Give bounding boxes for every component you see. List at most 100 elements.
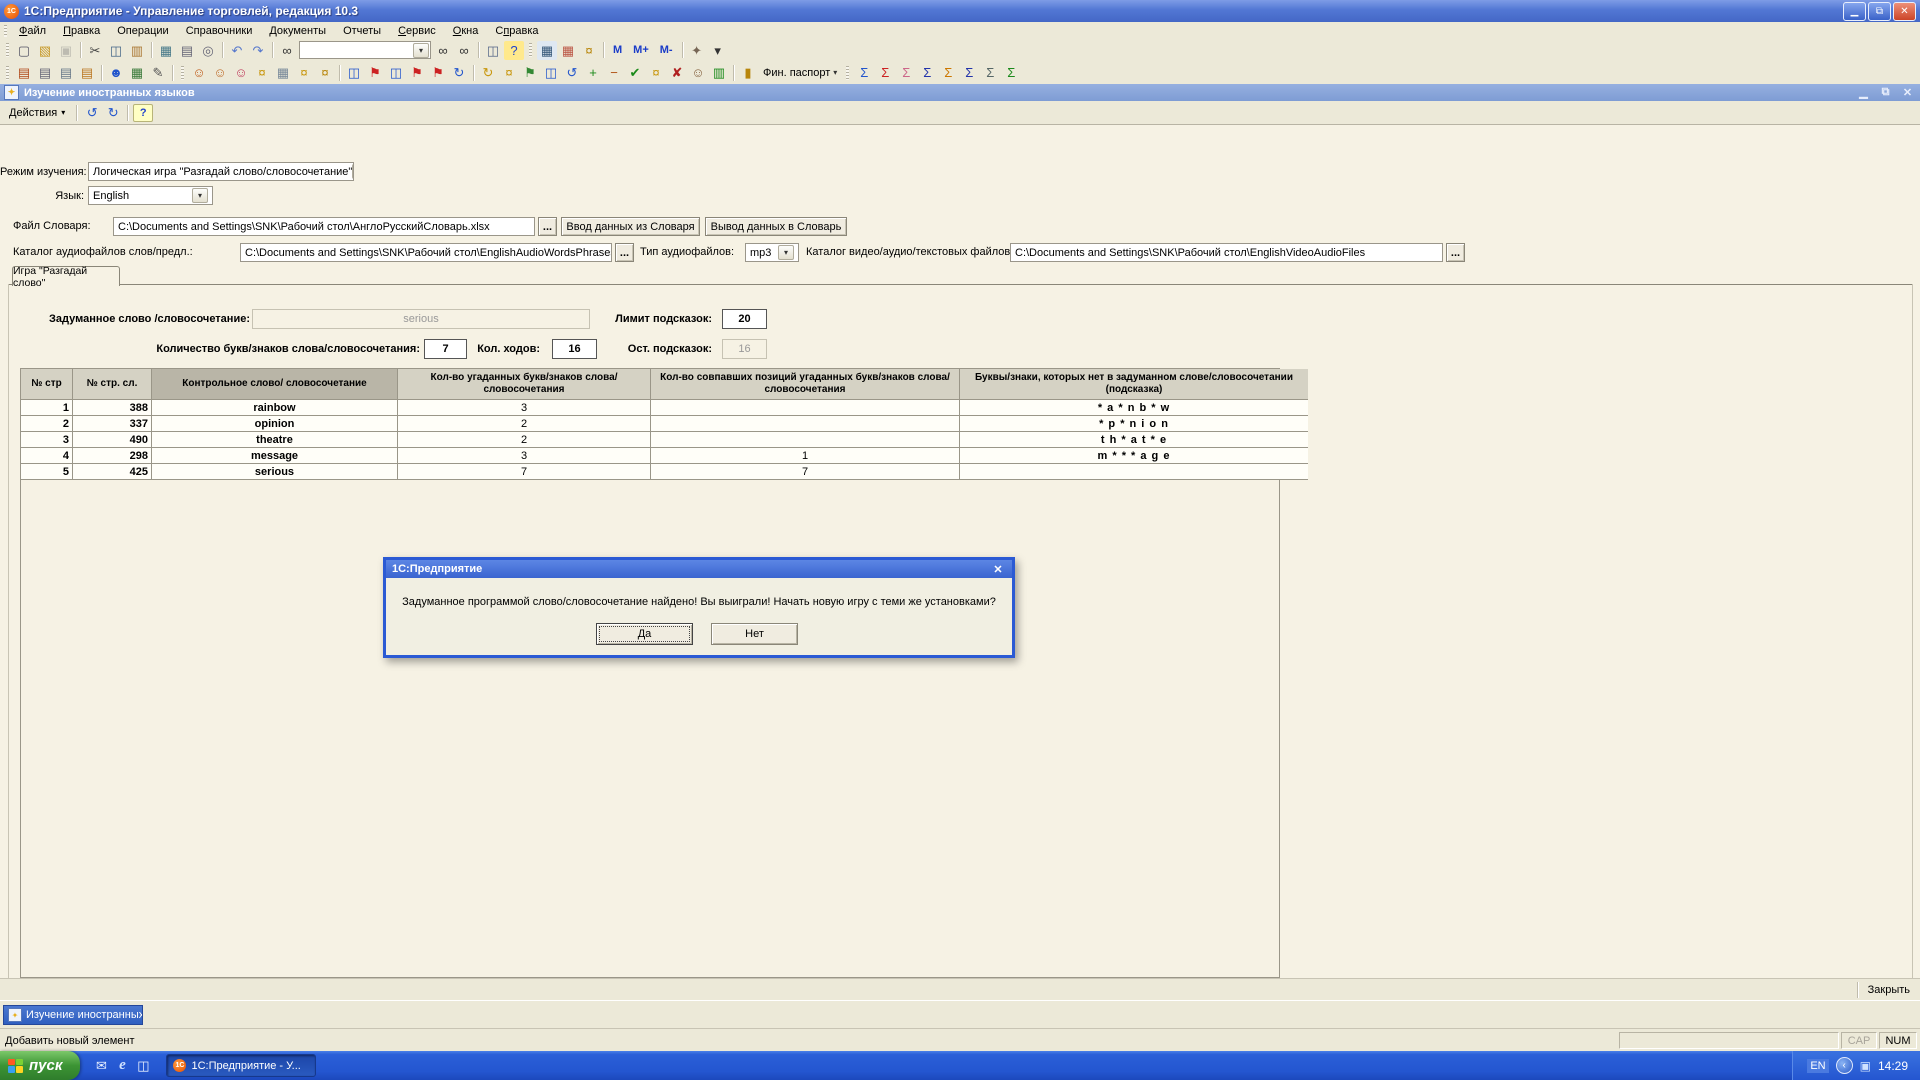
outlook-express-icon[interactable]: ✉ <box>92 1057 110 1075</box>
printer-copy-icon[interactable]: ▤ <box>56 63 76 82</box>
paste-icon[interactable]: ▥ <box>127 41 147 60</box>
flag-red-icon[interactable]: ⚑ <box>407 63 427 82</box>
language-bar-icon[interactable]: ‹ <box>1835 1057 1853 1074</box>
dialog-close-icon[interactable]: ✕ <box>990 563 1006 576</box>
column-header[interactable]: № стр. сл. <box>72 369 152 400</box>
explorer-icon[interactable]: ◫ <box>134 1057 152 1075</box>
column-header[interactable]: № стр <box>21 369 73 400</box>
column-header[interactable]: Буквы/знаки, которых нет в задуманном сл… <box>959 369 1308 400</box>
flag-red-icon-2[interactable]: ⚑ <box>428 63 448 82</box>
tab-guess-word-game[interactable]: Игра "Разгадай слово" <box>12 265 120 289</box>
combobox-arrow-icon[interactable]: ▾ <box>413 42 429 58</box>
printer-icon[interactable]: ▤ <box>35 63 55 82</box>
audio-type-combobox[interactable]: mp3 ▾ <box>745 243 799 262</box>
video-browse-button[interactable]: ... <box>1446 243 1465 262</box>
calculator-icon[interactable]: ▦ <box>537 40 557 60</box>
sum-flag-icon-2[interactable]: Σ <box>938 63 958 82</box>
table-row[interactable]: 4 298 message 3 1 m * * * a g e <box>21 447 1308 464</box>
mode-combobox[interactable]: Логическая игра "Разгадай слово/словосоч… <box>88 162 354 181</box>
help-1c-icon[interactable]: ? <box>504 40 524 60</box>
actions-menu-button[interactable]: Действия ▾ <box>3 105 71 121</box>
sign-doc-icon[interactable]: ✎ <box>148 63 168 82</box>
flag-report-icon[interactable]: ⚑ <box>365 63 385 82</box>
cabinet-icon[interactable]: ▤ <box>14 63 34 82</box>
undo-icon[interactable]: ↶ <box>227 41 247 60</box>
table-row[interactable]: 1 388 rainbow 3 * a * n b * w <box>21 399 1308 416</box>
letters-count-field[interactable]: 7 <box>424 339 467 359</box>
print-preview-icon[interactable]: ◎ <box>198 41 218 60</box>
flag-doc-icon[interactable]: ⚑ <box>520 63 540 82</box>
service-settings-icon[interactable]: ✦ <box>687 41 707 60</box>
child-minimize-button[interactable]: ▁ <box>1855 86 1872 99</box>
combobox-arrow-icon[interactable]: ▾ <box>778 245 794 260</box>
minus-doc-icon[interactable]: − <box>604 63 624 82</box>
doc-person-icon-2[interactable]: ◫ <box>386 63 406 82</box>
moves-count-field[interactable]: 16 <box>552 339 597 359</box>
table-row[interactable]: 2 337 opinion 2 * p * n i o n <box>21 415 1308 432</box>
table-row[interactable]: 3 490 theatre 2 t h * a t * e <box>21 431 1308 448</box>
close-form-button[interactable]: Закрыть <box>1866 984 1920 996</box>
new-doc-icon[interactable]: ▢ <box>14 41 34 60</box>
find-icon[interactable]: ∞ <box>277 41 297 60</box>
currency-person-icon[interactable]: ¤ <box>579 41 599 60</box>
person-coins-icon-3[interactable]: ☺ <box>231 63 251 82</box>
copy-icon[interactable]: ◫ <box>106 41 126 60</box>
no-button[interactable]: Нет <box>711 623 798 645</box>
dictionary-browse-button[interactable]: ... <box>538 217 557 236</box>
coins-drop-icon[interactable]: ¤ <box>315 63 335 82</box>
taskbar-task-button[interactable]: 1С 1С:Предприятие - У... <box>166 1054 317 1077</box>
video-folder-field[interactable]: C:\Documents and Settings\SNK\Рабочий ст… <box>1010 243 1443 262</box>
doc-coins-icon[interactable]: ¤ <box>499 63 519 82</box>
green-card-icon[interactable]: ▥ <box>709 63 729 82</box>
table-icon[interactable]: ▦ <box>156 41 176 60</box>
toolbar-options-icon[interactable]: ▾ <box>708 41 728 60</box>
coins-stack-icon[interactable]: ¤ <box>252 63 272 82</box>
column-header[interactable]: Кол-во угаданных букв/знаков слова/слово… <box>397 369 651 400</box>
coins-doc-icon[interactable]: ¤ <box>646 63 666 82</box>
memory-plus-button[interactable]: М+ <box>628 41 654 60</box>
barrel-icon[interactable]: ▮ <box>738 63 758 82</box>
menu-item[interactable]: Операции <box>109 24 176 38</box>
cash-table-icon[interactable]: ▦ <box>127 63 147 82</box>
person-doc-icon[interactable]: ☺ <box>688 63 708 82</box>
help-icon[interactable]: ? <box>133 103 154 122</box>
window-pages-icon[interactable]: ◫ <box>483 41 503 60</box>
quick-search-combobox[interactable]: ▾ <box>299 41 431 59</box>
cut-icon[interactable]: ✂ <box>85 41 105 60</box>
export-to-dictionary-button[interactable]: Вывод данных в Словарь <box>705 217 847 236</box>
menu-item[interactable]: Файл <box>11 24 54 38</box>
sum-person-icon-2[interactable]: Σ <box>875 63 895 82</box>
sum-people-icon[interactable]: Σ <box>896 63 916 82</box>
printer-setup-icon[interactable]: ▤ <box>77 63 97 82</box>
menu-item[interactable]: Справка <box>487 24 546 38</box>
doc-refresh-icon-2[interactable]: ↺ <box>562 63 582 82</box>
menu-item[interactable]: Правка <box>55 24 108 38</box>
coins-small-icon[interactable]: ¤ <box>294 63 314 82</box>
building-coins-icon[interactable]: ▦ <box>273 63 293 82</box>
people-pair-icon[interactable]: ☻ <box>106 63 126 82</box>
child-restore-button[interactable]: ⧉ <box>1877 86 1894 99</box>
sum-person-icon-1[interactable]: Σ <box>854 63 874 82</box>
memory-recall-button[interactable]: М <box>608 41 627 60</box>
audio-browse-button[interactable]: ... <box>615 243 634 262</box>
dictionary-file-field[interactable]: C:\Documents and Settings\SNK\Рабочий ст… <box>113 217 535 236</box>
doc-person-icon[interactable]: ◫ <box>344 63 364 82</box>
calendar-icon[interactable]: ▦ <box>558 41 578 60</box>
check-doc-icon[interactable]: ✔ <box>625 63 645 82</box>
restore-button[interactable]: ⧉ <box>1868 1 1891 21</box>
start-button[interactable]: пуск <box>0 1051 81 1080</box>
reread-icon[interactable]: ↺ <box>82 103 102 122</box>
person-coins-icon-1[interactable]: ☺ <box>189 63 209 82</box>
yes-button[interactable]: Да <box>596 623 693 645</box>
column-header[interactable]: Кол-во совпавших позиций угаданных букв/… <box>650 369 960 400</box>
memory-minus-button[interactable]: М- <box>655 41 678 60</box>
refill-icon[interactable]: ↻ <box>103 103 123 122</box>
menu-item[interactable]: Справочники <box>178 24 261 38</box>
redo-icon[interactable]: ↷ <box>248 41 268 60</box>
find-next-icon[interactable]: ∞ <box>433 41 453 60</box>
sum-doc-icon[interactable]: Σ <box>980 63 1000 82</box>
plus-doc-icon[interactable]: + <box>583 63 603 82</box>
open-folder-icon[interactable]: ▧ <box>35 41 55 60</box>
cross-doc-icon[interactable]: ✘ <box>667 63 687 82</box>
menu-item[interactable]: Окна <box>445 24 487 38</box>
